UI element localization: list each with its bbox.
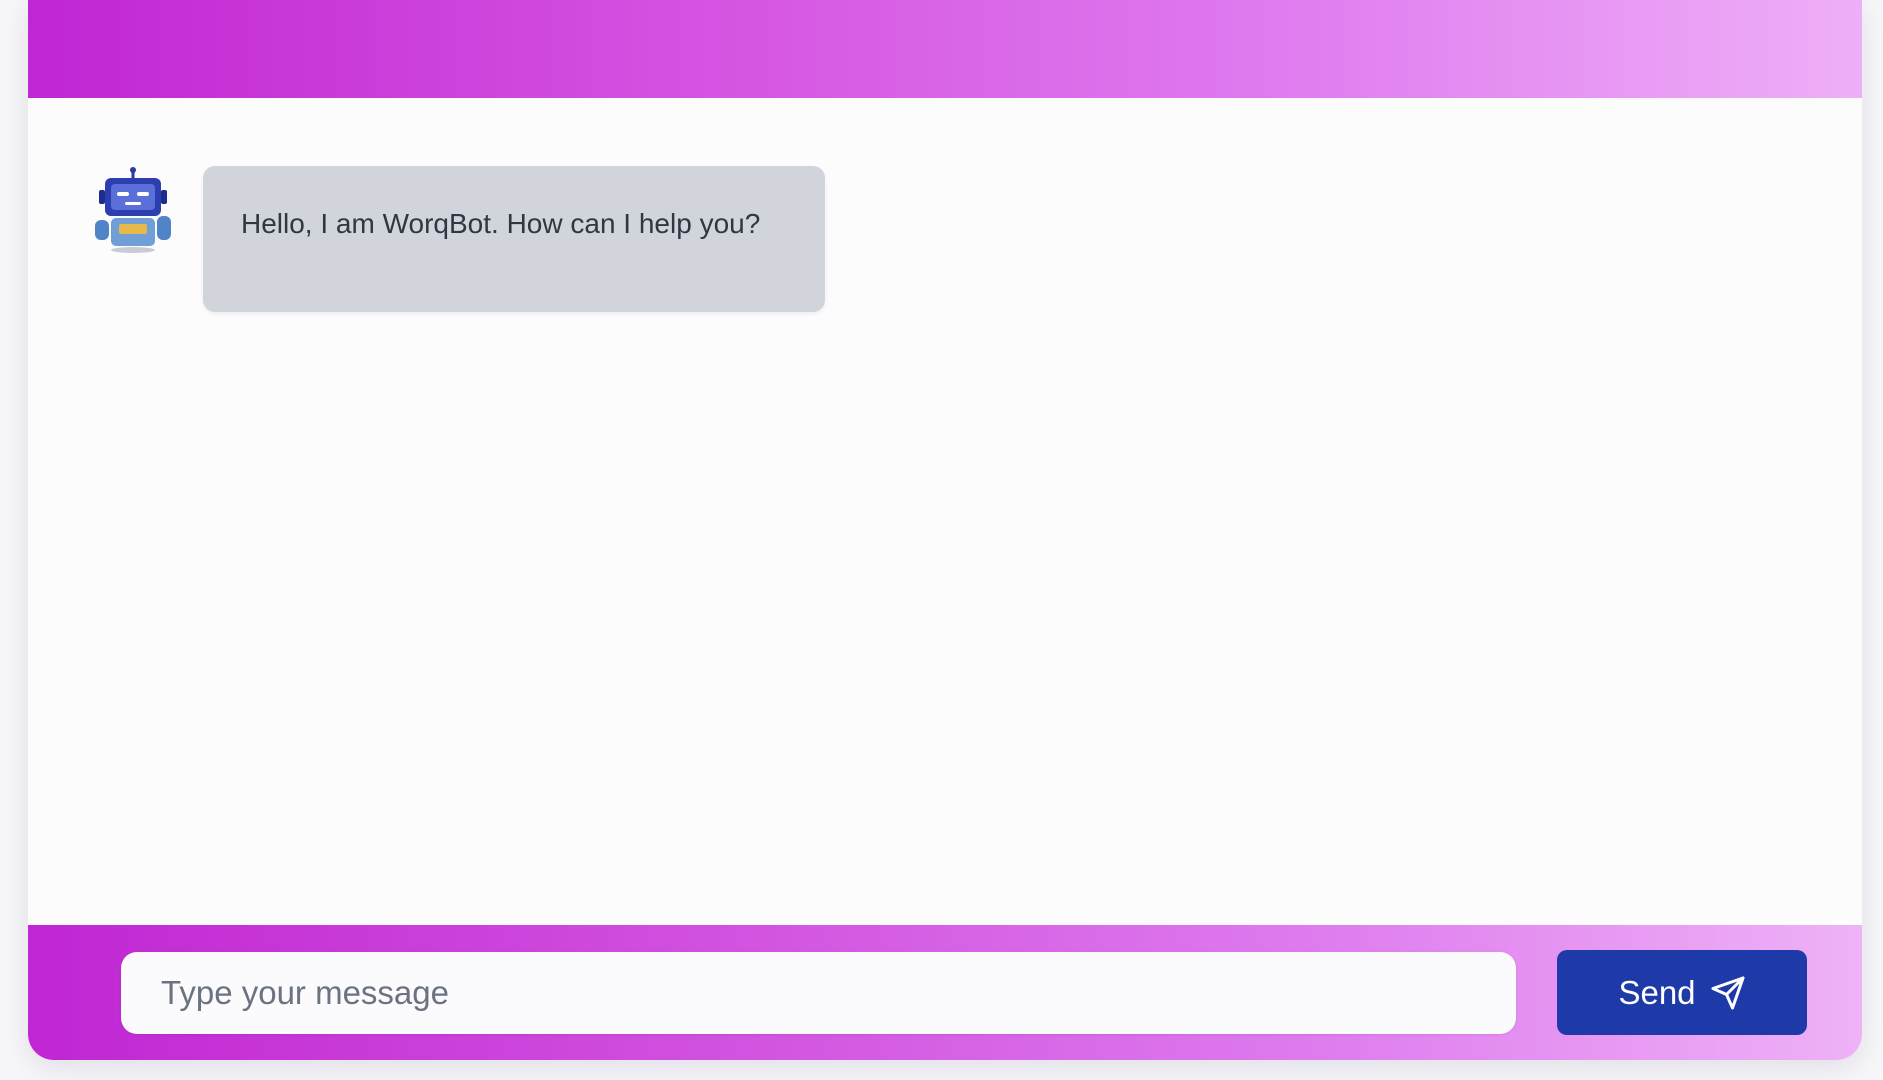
chat-composer: Send	[28, 925, 1862, 1060]
robot-icon	[83, 166, 183, 256]
chat-window: Hello, I am WorqBot. How can I help you?…	[28, 0, 1862, 1060]
chat-header	[28, 0, 1862, 98]
send-button[interactable]: Send	[1557, 950, 1807, 1035]
bot-message-row: Hello, I am WorqBot. How can I help you?	[83, 166, 825, 312]
message-input[interactable]	[121, 952, 1516, 1034]
paper-plane-icon	[1710, 975, 1746, 1011]
bot-message-bubble: Hello, I am WorqBot. How can I help you?	[203, 166, 825, 312]
send-button-label: Send	[1618, 973, 1696, 1011]
chat-messages-area: Hello, I am WorqBot. How can I help you?	[28, 98, 1862, 925]
